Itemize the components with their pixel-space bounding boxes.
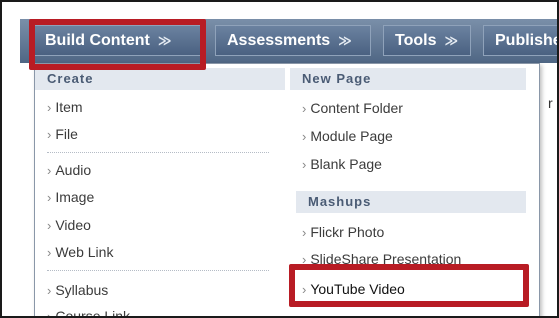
menu-item-label: File <box>55 126 78 142</box>
arrow-icon: › <box>302 101 307 116</box>
assessments-button[interactable]: Assessments ≫ <box>215 25 371 56</box>
menu-item-label: Blank Page <box>310 156 382 172</box>
background-text: r <box>548 95 553 111</box>
tools-label: Tools <box>395 31 437 49</box>
menu-item-label: Item <box>55 99 83 115</box>
arrow-icon: › <box>302 129 307 144</box>
screenshot-frame: Build Content ≫ Assessments ≫ Tools ≫ Pu… <box>0 0 559 318</box>
menu-item-file[interactable]: › File <box>47 126 78 142</box>
divider <box>47 270 269 271</box>
menu-item-label: Syllabus <box>55 282 109 298</box>
menu-item-course-link[interactable]: › Course Link <box>47 308 131 318</box>
menu-item-item[interactable]: › Item <box>47 99 83 115</box>
menu-item-label: Audio <box>55 162 92 178</box>
menu-item-label: Content Folder <box>310 100 403 116</box>
chevron-down-icon: ≫ <box>338 32 352 48</box>
divider <box>47 152 269 153</box>
arrow-icon: › <box>47 309 52 318</box>
chevron-down-icon: ≫ <box>444 32 459 48</box>
section-header-mashups: Mashups <box>296 191 526 213</box>
highlight-youtube-video <box>289 264 529 307</box>
menu-item-image[interactable]: › Image <box>47 189 94 205</box>
menu-item-label: Course Link <box>55 308 131 318</box>
menu-item-syllabus[interactable]: › Syllabus <box>47 282 108 298</box>
arrow-icon: › <box>47 163 52 178</box>
tools-button[interactable]: Tools ≫ <box>383 25 471 56</box>
highlight-build-content <box>29 19 206 70</box>
arrow-icon: › <box>47 283 52 298</box>
menu-item-web-link[interactable]: › Web Link <box>47 244 113 260</box>
menu-item-label: Image <box>55 189 95 205</box>
menu-item-flickr-photo[interactable]: › Flickr Photo <box>302 224 384 240</box>
arrow-icon: › <box>47 100 52 115</box>
menu-item-label: Flickr Photo <box>310 224 385 240</box>
menu-item-label: Module Page <box>310 128 393 144</box>
section-header-new-page: New Page <box>290 68 526 90</box>
menu-item-blank-page[interactable]: › Blank Page <box>302 156 382 172</box>
arrow-icon: › <box>47 190 52 205</box>
arrow-icon: › <box>302 225 307 240</box>
publisher-button[interactable]: Publisher <box>483 25 557 56</box>
menu-item-video[interactable]: › Video <box>47 217 91 233</box>
publisher-label: Publisher <box>495 31 557 49</box>
menu-item-label: Video <box>55 217 91 233</box>
arrow-icon: › <box>47 218 52 233</box>
assessments-label: Assessments <box>227 31 331 49</box>
menu-item-label: Web Link <box>55 244 114 260</box>
menu-item-content-folder[interactable]: › Content Folder <box>302 100 403 116</box>
arrow-icon: › <box>47 245 52 260</box>
arrow-icon: › <box>302 157 307 172</box>
menu-item-module-page[interactable]: › Module Page <box>302 128 393 144</box>
menu-item-audio[interactable]: › Audio <box>47 162 91 178</box>
arrow-icon: › <box>47 127 52 142</box>
section-header-create: Create <box>35 68 285 90</box>
